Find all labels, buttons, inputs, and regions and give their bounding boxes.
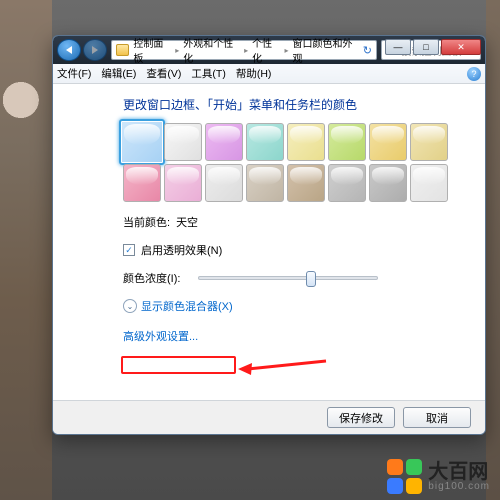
breadcrumb-segment[interactable]: 控制面板 xyxy=(133,35,171,65)
color-swatch[interactable] xyxy=(328,123,366,161)
breadcrumb-segment[interactable]: 窗口颜色和外观 xyxy=(293,35,359,65)
menu-tools[interactable]: 工具(T) xyxy=(191,66,225,81)
annotation-arrow-icon xyxy=(238,357,328,377)
transparency-checkbox[interactable]: ✓ xyxy=(123,244,135,256)
color-mixer-toggle[interactable]: ⌄ 显示颜色混合器(X) xyxy=(123,298,463,314)
nav-back-button[interactable] xyxy=(57,39,81,61)
color-swatch[interactable] xyxy=(205,164,243,202)
watermark: 大百网 big100.com xyxy=(387,459,490,494)
menubar: 文件(F) 编辑(E) 查看(V) 工具(T) 帮助(H) ? xyxy=(53,64,485,84)
nav-forward-button[interactable] xyxy=(83,39,107,61)
color-swatch[interactable] xyxy=(369,123,407,161)
watermark-logo-icon xyxy=(387,459,422,494)
transparency-label: 启用透明效果(N) xyxy=(141,242,222,258)
color-swatch[interactable] xyxy=(410,123,448,161)
chevron-right-icon: ▸ xyxy=(175,46,179,55)
annotation-rectangle xyxy=(121,356,236,374)
watermark-url: big100.com xyxy=(428,482,490,492)
menu-file[interactable]: 文件(F) xyxy=(57,66,91,81)
maximize-button[interactable]: □ xyxy=(413,39,439,55)
dialog-footer: 保存修改 取消 xyxy=(53,400,485,434)
menu-help[interactable]: 帮助(H) xyxy=(236,66,272,81)
page-heading: 更改窗口边框、「开始」菜单和任务栏的颜色 xyxy=(123,96,463,113)
color-swatch-grid xyxy=(123,123,463,202)
slider-thumb[interactable] xyxy=(306,271,316,287)
help-icon[interactable]: ? xyxy=(467,67,481,81)
wallpaper-left xyxy=(0,0,52,500)
chevron-right-icon: ▸ xyxy=(284,46,288,55)
menu-edit[interactable]: 编辑(E) xyxy=(101,66,136,81)
color-swatch[interactable] xyxy=(410,164,448,202)
wallpaper-right xyxy=(486,0,500,500)
minimize-button[interactable]: — xyxy=(385,39,411,55)
color-swatch[interactable] xyxy=(164,164,202,202)
color-swatch[interactable] xyxy=(287,164,325,202)
color-swatch[interactable] xyxy=(246,164,284,202)
color-swatch[interactable] xyxy=(119,119,165,165)
current-color-value: 天空 xyxy=(176,214,198,230)
chevron-right-icon: ▸ xyxy=(244,46,248,55)
save-button[interactable]: 保存修改 xyxy=(327,407,395,428)
content-pane: 更改窗口边框、「开始」菜单和任务栏的颜色 当前颜色: 天空 ✓ 启用透明效果(N… xyxy=(53,84,485,400)
color-swatch[interactable] xyxy=(328,164,366,202)
folder-icon xyxy=(116,44,129,56)
intensity-label: 颜色浓度(I): xyxy=(123,270,180,286)
color-swatch[interactable] xyxy=(205,123,243,161)
color-swatch[interactable] xyxy=(164,123,202,161)
refresh-icon[interactable]: ↻ xyxy=(363,44,372,57)
current-color-label: 当前颜色: xyxy=(123,214,170,230)
color-mixer-label: 显示颜色混合器(X) xyxy=(141,298,233,314)
advanced-appearance-link[interactable]: 高级外观设置... xyxy=(123,328,198,344)
control-panel-window: 控制面板 ▸ 外观和个性化 ▸ 个性化 ▸ 窗口颜色和外观 ↻ 🔍 搜索控制面板… xyxy=(52,35,486,435)
color-swatch[interactable] xyxy=(123,164,161,202)
color-swatch[interactable] xyxy=(369,164,407,202)
watermark-brand: 大百网 xyxy=(428,462,490,482)
color-swatch[interactable] xyxy=(287,123,325,161)
close-button[interactable]: ✕ xyxy=(441,39,481,55)
cancel-button[interactable]: 取消 xyxy=(403,407,471,428)
titlebar: 控制面板 ▸ 外观和个性化 ▸ 个性化 ▸ 窗口颜色和外观 ↻ 🔍 搜索控制面板… xyxy=(53,36,485,64)
breadcrumb-segment[interactable]: 个性化 xyxy=(252,35,280,65)
intensity-slider[interactable] xyxy=(198,276,378,280)
chevron-down-icon: ⌄ xyxy=(123,299,137,313)
address-bar[interactable]: 控制面板 ▸ 外观和个性化 ▸ 个性化 ▸ 窗口颜色和外观 ↻ xyxy=(111,40,377,60)
color-swatch[interactable] xyxy=(246,123,284,161)
breadcrumb-segment[interactable]: 外观和个性化 xyxy=(183,35,240,65)
menu-view[interactable]: 查看(V) xyxy=(146,66,181,81)
